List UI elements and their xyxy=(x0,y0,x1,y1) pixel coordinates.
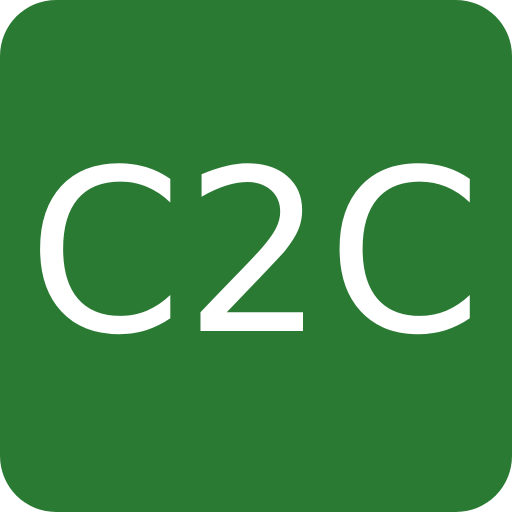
app-icon-label: C2C xyxy=(27,122,485,385)
app-icon[interactable]: C2C xyxy=(0,0,512,512)
